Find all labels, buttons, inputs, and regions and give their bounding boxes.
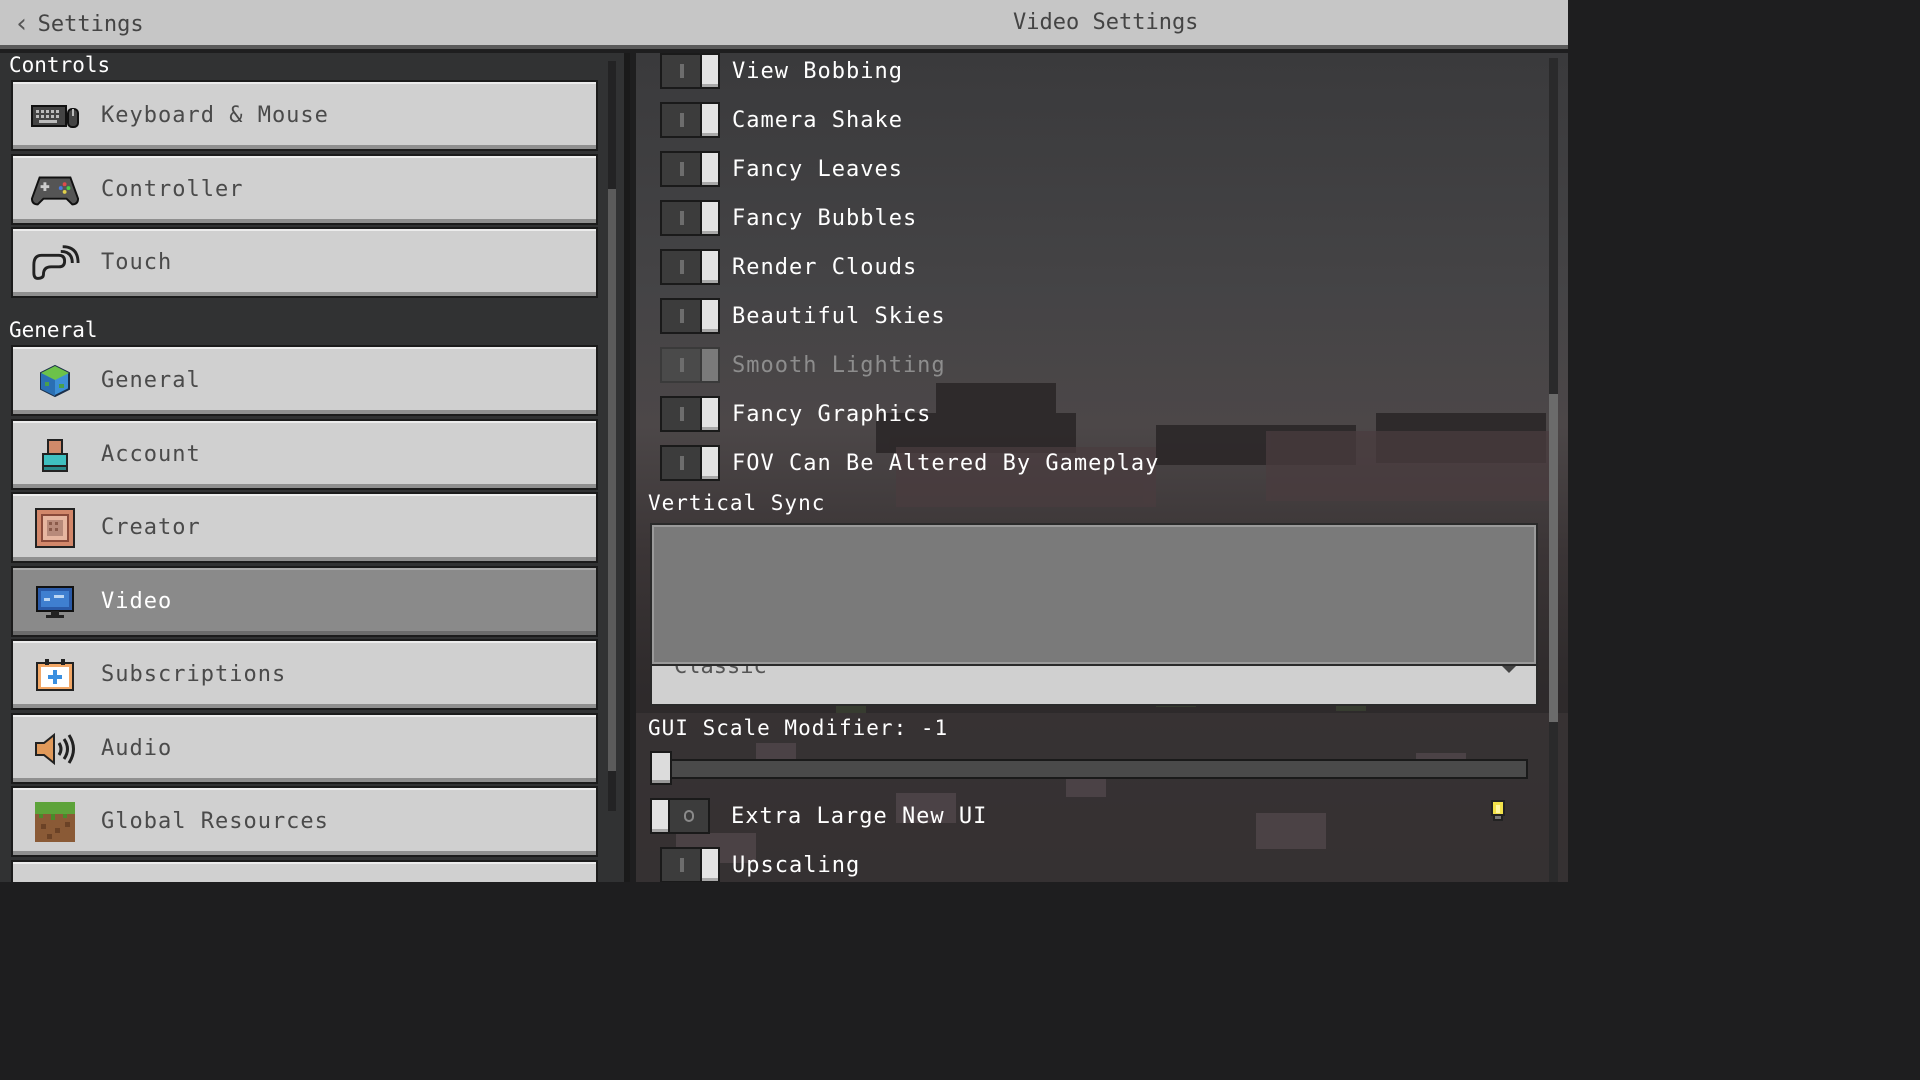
video-settings-panel: View Bobbing Camera Shake Fancy Leaves F… (636, 53, 1568, 882)
sidebar-item-subscriptions[interactable]: Subscriptions (11, 639, 598, 710)
toggle-label: Render Clouds (732, 254, 918, 280)
sidebar-item-keyboard-mouse[interactable]: Keyboard & Mouse (11, 80, 598, 151)
render-clouds-toggle[interactable] (660, 249, 720, 285)
fancy-graphics-toggle[interactable] (660, 396, 720, 432)
toggle-row-beautiful-skies[interactable]: Beautiful Skies (660, 296, 946, 336)
sidebar-item-label: General (101, 368, 201, 393)
sidebar-item-label: Audio (101, 736, 173, 761)
sidebar-item-controller[interactable]: Controller (11, 154, 598, 225)
sidebar-item-label: Keyboard & Mouse (101, 103, 329, 128)
view-bobbing-toggle[interactable] (660, 53, 720, 89)
top-bar: ‹ Settings Video Settings (0, 0, 1568, 49)
sidebar-item-label: Video (101, 589, 173, 614)
beautiful-skies-toggle[interactable] (660, 298, 720, 334)
vertical-sync-select[interactable]: Classic (650, 664, 1538, 706)
grass-block-icon (30, 801, 80, 842)
toggle-row-upscaling[interactable]: Upscaling (660, 845, 860, 882)
toggle-row-render-clouds[interactable]: Render Clouds (660, 247, 917, 287)
toggle-label: Camera Shake (732, 107, 903, 133)
sidebar-item-label: Account (101, 442, 201, 467)
toggle-label: Smooth Lighting (732, 352, 946, 378)
sidebar-scrollbar[interactable] (608, 61, 616, 811)
toggle-label: Extra Large New UI (731, 803, 988, 829)
vertical-sync-dropdown[interactable]: Classic (650, 523, 1538, 707)
back-button[interactable]: ‹ Settings (14, 8, 144, 40)
toggle-row-fancy-bubbles[interactable]: Fancy Bubbles (660, 198, 917, 238)
toggle-label: Fancy Bubbles (732, 205, 918, 231)
lightbulb-icon[interactable] (1488, 799, 1508, 823)
sidebar-item-video[interactable]: Video (11, 566, 598, 637)
creator-block-icon (30, 507, 80, 548)
toggle-label: Upscaling (732, 852, 861, 878)
camera-shake-toggle[interactable] (660, 102, 720, 138)
toggle-label: FOV Can Be Altered By Gameplay (732, 450, 1160, 476)
toggle-row-extra-large-ui[interactable]: Extra Large New UI (650, 796, 987, 836)
section-label-controls: Controls (9, 53, 111, 77)
folder-icon (30, 876, 80, 883)
sidebar-item-label: Subscriptions (101, 662, 287, 687)
subscriptions-plus-icon (30, 655, 80, 695)
fancy-leaves-toggle[interactable] (660, 151, 720, 187)
video-settings-scrollbar-thumb[interactable] (1549, 394, 1558, 722)
toggle-label: View Bobbing (732, 58, 903, 84)
back-button-label: Settings (37, 11, 144, 37)
fancy-bubbles-toggle[interactable] (660, 200, 720, 236)
toggle-label: Beautiful Skies (732, 303, 946, 329)
video-settings-scrollbar[interactable] (1549, 58, 1558, 882)
toggle-row-fov-gameplay[interactable]: FOV Can Be Altered By Gameplay (660, 443, 1159, 483)
fov-gameplay-toggle[interactable] (660, 445, 720, 481)
sidebar-item-label: Global Resources (101, 809, 329, 834)
sidebar-item-label: Touch (101, 250, 173, 275)
sidebar-item-more[interactable] (11, 860, 598, 882)
extra-large-ui-toggle[interactable] (650, 798, 710, 834)
speaker-icon (30, 729, 80, 769)
sidebar-item-label: Creator (101, 515, 201, 540)
toggle-label: Fancy Leaves (732, 156, 903, 182)
upscaling-toggle[interactable] (660, 847, 720, 882)
vertical-sync-options-list[interactable] (650, 523, 1538, 666)
toggle-row-fancy-leaves[interactable]: Fancy Leaves (660, 149, 903, 189)
account-person-icon (30, 435, 80, 475)
toggle-label: Fancy Graphics (732, 401, 932, 427)
toggle-row-smooth-lighting: Smooth Lighting (660, 345, 946, 385)
sidebar-scrollbar-thumb[interactable] (608, 189, 616, 771)
gamepad-icon (30, 170, 80, 210)
slider-track[interactable] (660, 759, 1528, 779)
toggle-row-fancy-graphics[interactable]: Fancy Graphics (660, 394, 931, 434)
page-title: Video Settings (1013, 10, 1199, 35)
gui-scale-slider[interactable] (650, 751, 1528, 785)
sidebar-item-global-resources[interactable]: Global Resources (11, 786, 598, 857)
sidebar-item-label: Controller (101, 177, 244, 202)
slider-handle[interactable] (650, 751, 672, 785)
sidebar-item-general[interactable]: General (11, 345, 598, 416)
chevron-down-icon (1500, 666, 1518, 673)
section-label-general: General (9, 318, 98, 342)
sidebar-item-account[interactable]: Account (11, 419, 598, 490)
sidebar-item-creator[interactable]: Creator (11, 492, 598, 563)
toggle-row-camera-shake[interactable]: Camera Shake (660, 100, 903, 140)
chevron-left-icon: ‹ (14, 9, 30, 39)
gui-scale-label: GUI Scale Modifier: -1 (648, 716, 949, 740)
sidebar-item-touch[interactable]: Touch (11, 227, 598, 298)
settings-sidebar: Controls Keyboard & Mouse Controller Tou… (0, 53, 630, 882)
vertical-sync-label: Vertical Sync (648, 491, 826, 515)
cube-globe-icon (30, 361, 80, 401)
vertical-sync-selected-value: Classic (674, 664, 767, 679)
touch-hand-icon (30, 243, 80, 283)
smooth-lighting-toggle (660, 347, 720, 383)
monitor-icon (30, 582, 80, 622)
keyboard-mouse-icon (30, 96, 80, 136)
toggle-row-view-bobbing[interactable]: View Bobbing (660, 53, 903, 91)
sidebar-item-audio[interactable]: Audio (11, 713, 598, 784)
